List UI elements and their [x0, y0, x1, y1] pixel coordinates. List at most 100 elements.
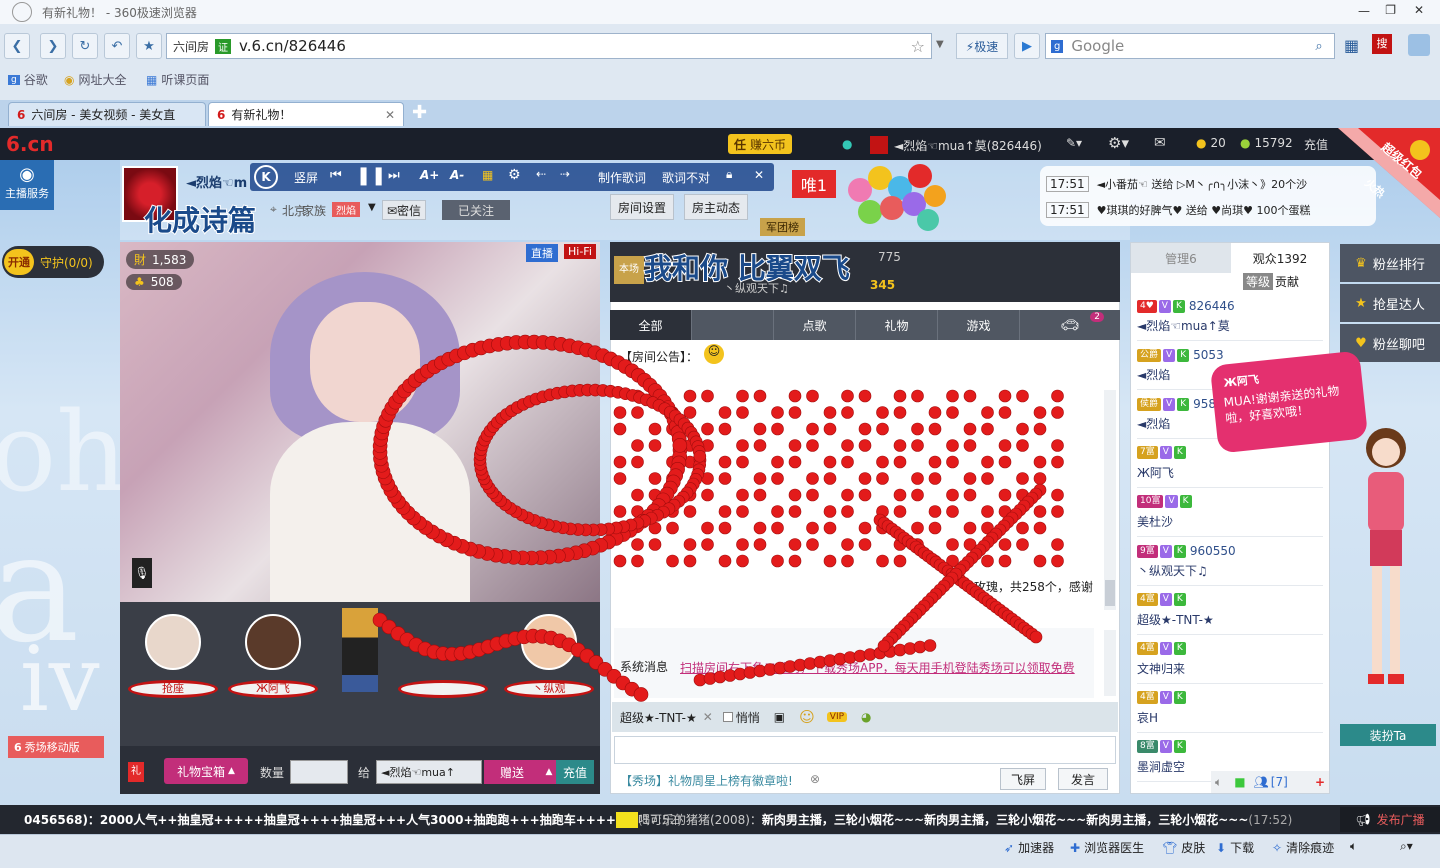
status-skin[interactable]: 👕︎ 皮肤: [1162, 839, 1205, 856]
rank-row[interactable]: 4富 V K 超级★-TNT-★: [1137, 591, 1323, 635]
search-button[interactable]: ⌕: [1306, 33, 1332, 59]
quantity-input[interactable]: [290, 760, 348, 784]
army-rank-button[interactable]: 军团榜: [760, 218, 805, 236]
bookmark-portal[interactable]: ◉ 网址大全: [64, 71, 127, 88]
extension-icon[interactable]: 搜: [1372, 34, 1392, 54]
tab-6cn-home[interactable]: 6 六间房 - 美女视频 - 美女直: [8, 102, 206, 126]
make-lyrics-button[interactable]: 制作歌词: [598, 169, 646, 186]
refresh-button[interactable]: ↻: [72, 33, 98, 59]
go-button[interactable]: ▶: [1014, 33, 1040, 59]
gear-icon[interactable]: ⚙▾: [1108, 134, 1129, 152]
favorites-button[interactable]: ★: [136, 33, 162, 59]
status-clear[interactable]: ✧ 清除痕迹: [1272, 839, 1334, 856]
status-doctor[interactable]: ✚ 浏览器医生: [1070, 839, 1144, 856]
publish-broadcast-button[interactable]: 📢︎ 发布广播: [1340, 807, 1440, 832]
color-grid-icon[interactable]: ▦: [482, 168, 493, 182]
family-dropdown-icon[interactable]: ▼: [368, 202, 376, 213]
star-rank-button[interactable]: ★ 抢星达人: [1340, 284, 1440, 322]
back-button[interactable]: ❮: [4, 33, 30, 59]
rank-sort-toggle[interactable]: 等级 贡献: [1243, 273, 1299, 290]
menu-icon[interactable]: [1408, 34, 1430, 56]
undo-close-button[interactable]: ↶: [104, 33, 130, 59]
tab-new-gift[interactable]: 6 有新礼物！ ✕: [208, 102, 404, 126]
search-engine-icon[interactable]: g: [1051, 39, 1064, 53]
gift-red-icon[interactable]: 礼: [128, 762, 144, 782]
new-tab-icon[interactable]: ✚: [412, 102, 427, 123]
font-increase-button[interactable]: A+: [420, 168, 439, 182]
status-accelerator[interactable]: ➶ 加速器: [1004, 839, 1054, 856]
host-service-button[interactable]: ◉ 主播服务: [0, 160, 54, 210]
close-window-icon[interactable]: ✕: [1414, 3, 1424, 17]
microphone-icon[interactable]: 🎙︎: [132, 558, 152, 588]
accel-button[interactable]: ⚡极速: [956, 33, 1008, 59]
tab-audience[interactable]: 观众1392: [1231, 243, 1329, 273]
address-bar[interactable]: 六间房 证 v.6.cn/826446 ☆: [166, 33, 932, 59]
forward-icon[interactable]: ⇢: [560, 167, 570, 181]
settings-gear-icon[interactable]: ⚙: [508, 167, 521, 183]
promo-close-icon[interactable]: ⊗: [810, 772, 820, 786]
promo-text[interactable]: 【秀场】礼物周星上榜有徽章啦!: [620, 772, 793, 789]
volume-icon[interactable]: 🔈︎: [1350, 839, 1357, 854]
lyrics-wrong-button[interactable]: 歌词不对: [662, 169, 710, 186]
zoom-icon[interactable]: ⌕▾: [1400, 839, 1413, 854]
earn-coins-button[interactable]: 任赚六币: [728, 134, 793, 154]
unique-badge[interactable]: 唯1: [792, 170, 836, 198]
bookmark-google[interactable]: g 谷歌: [8, 71, 48, 88]
add-icon[interactable]: +: [1315, 775, 1325, 789]
rank-row[interactable]: 9富 V K 960550 丶纵观天下♫: [1137, 542, 1323, 586]
status-download[interactable]: ⬇ 下载: [1216, 839, 1254, 856]
user-menu[interactable]: ◄烈焰☜mua↑莫(826446): [870, 136, 1042, 154]
followed-button[interactable]: 已关注: [442, 200, 510, 220]
mobile-show-button[interactable]: 6 秀场移动版: [8, 736, 104, 758]
level-sort[interactable]: 等级: [1243, 273, 1274, 290]
prev-track-icon[interactable]: ⏮: [330, 168, 342, 183]
address-dropdown-icon[interactable]: ▼: [936, 39, 944, 50]
url-text[interactable]: v.6.cn/826446: [239, 37, 346, 55]
maximize-icon[interactable]: ❐: [1385, 3, 1396, 17]
rewind-icon[interactable]: ⇠: [536, 167, 546, 181]
recipient-select[interactable]: ◄烈焰☜mua↑: [376, 760, 482, 784]
minimize-icon[interactable]: —: [1358, 4, 1370, 18]
search-input[interactable]: Google: [1071, 37, 1124, 55]
open-guard-button[interactable]: 开通: [4, 249, 34, 275]
hifi-badge[interactable]: Hi-Fi: [564, 244, 596, 259]
room-settings-button[interactable]: 房间设置: [610, 194, 674, 220]
gift-box-button[interactable]: 礼物宝箱 ▲: [164, 758, 248, 784]
rank-row[interactable]: 4富 V K 哀H: [1137, 689, 1323, 733]
giftbar-recharge-button[interactable]: 充值: [556, 760, 594, 784]
send-chat-button[interactable]: 发言: [1058, 768, 1108, 790]
dress-up-button[interactable]: 装扮Ta: [1340, 724, 1436, 746]
tab-admins[interactable]: 管理6: [1131, 243, 1231, 273]
mail-icon[interactable]: ✉: [1154, 135, 1166, 151]
search-box[interactable]: g Google: [1045, 33, 1335, 59]
secret-message-button[interactable]: ✉密信: [382, 200, 427, 220]
rank-row[interactable]: 4富 V K 文神归来: [1137, 640, 1323, 684]
next-track-icon[interactable]: ⏭: [388, 168, 400, 183]
edit-icon[interactable]: ✎▾: [1066, 136, 1082, 150]
portrait-toggle[interactable]: 竖屏: [294, 169, 318, 186]
forward-button[interactable]: ❯: [40, 33, 66, 59]
user-avatar-icon[interactable]: [12, 2, 32, 22]
seat-afei[interactable]: Ж阿飞: [228, 614, 318, 698]
karaoke-close-icon[interactable]: ✕: [754, 168, 764, 182]
chat-input[interactable]: [614, 736, 1116, 764]
bookmark-course[interactable]: ▦ 听课页面: [146, 71, 209, 88]
apps-icon[interactable]: ▦: [1344, 36, 1359, 55]
site-logo[interactable]: 6.cn: [6, 132, 54, 156]
fan-rank-button[interactable]: ♛ 粉丝排行: [1340, 244, 1440, 282]
host-updates-button[interactable]: 房主动态: [684, 194, 748, 220]
pause-icon[interactable]: ❚❚: [356, 165, 386, 186]
dress-up-character[interactable]: [1346, 418, 1426, 718]
topbar-recharge-link[interactable]: 充值: [1304, 136, 1328, 153]
fly-screen-button[interactable]: 飞屏: [1000, 768, 1046, 790]
sound-icon[interactable]: 🔈︎: [1215, 775, 1222, 790]
rank-row[interactable]: 4♥ V K 826446 ◄烈焰☜mua↑莫: [1137, 297, 1323, 341]
rank-row[interactable]: 10富 V K 美杜沙: [1137, 493, 1323, 537]
lock-icon[interactable]: 🔒︎: [726, 167, 732, 182]
tab-close-icon[interactable]: ✕: [385, 108, 395, 122]
bookmark-star-icon[interactable]: ☆: [911, 37, 925, 56]
contrib-sort[interactable]: 贡献: [1275, 273, 1299, 290]
font-decrease-button[interactable]: A-: [450, 168, 464, 182]
send-gift-button[interactable]: 赠送: [484, 760, 540, 784]
seat-grab[interactable]: 抢座: [128, 614, 218, 698]
